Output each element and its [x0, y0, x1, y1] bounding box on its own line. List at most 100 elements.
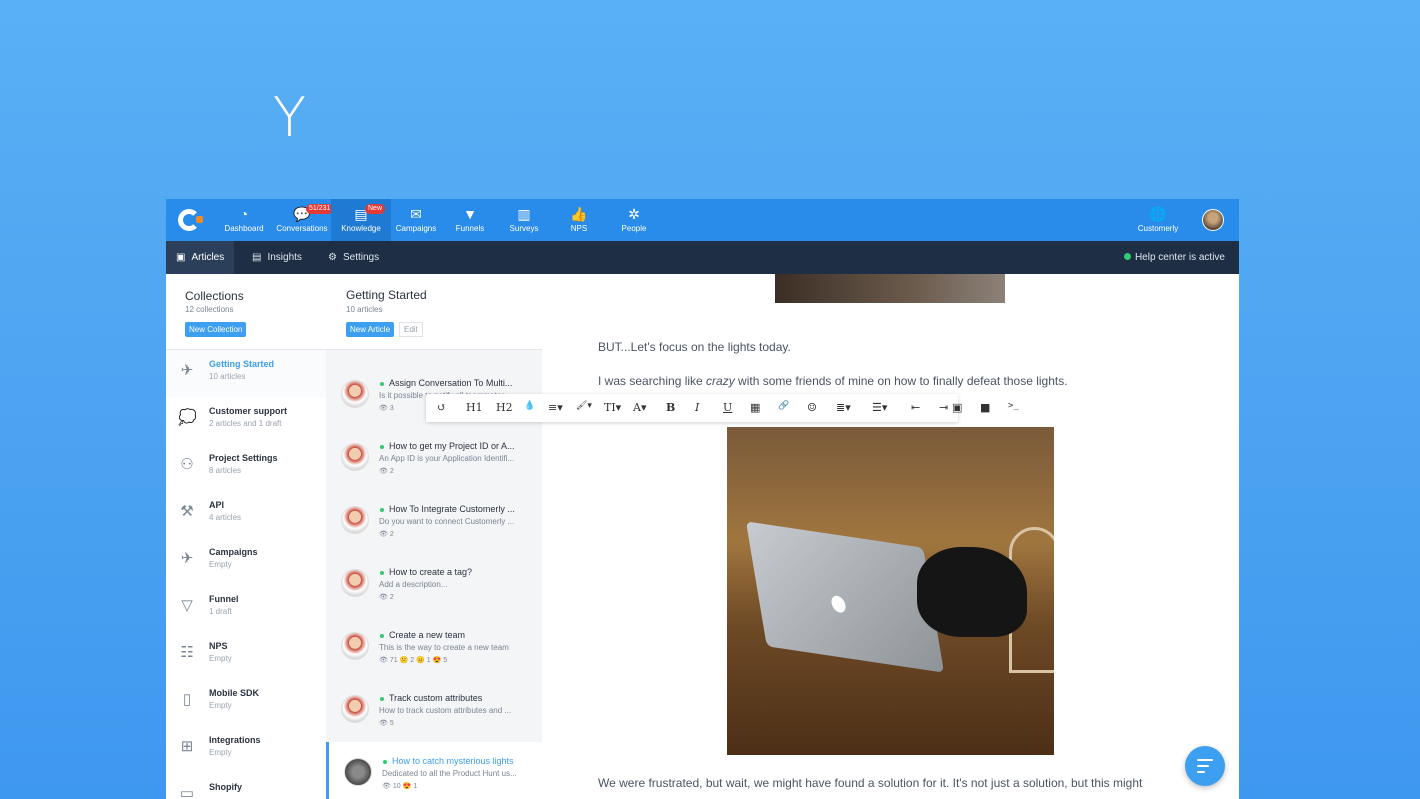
nav-surveys[interactable]: ▥ Surveys	[494, 206, 554, 233]
list-item[interactable]: How to create a tag? Add a description..…	[326, 553, 542, 615]
nav-nps[interactable]: 👍 NPS	[549, 206, 609, 233]
italic-button[interactable]: I	[695, 401, 699, 414]
video-button[interactable]: ■	[980, 401, 990, 414]
collection-item-customer-support[interactable]: 💭 Customer support 2 articles and 1 draf…	[166, 397, 326, 444]
team-icon: ⚇	[180, 456, 194, 473]
article-title-text: Track custom attributes	[389, 693, 483, 703]
article-editor[interactable]: BUT...Let's focus on the lights today. I…	[542, 274, 1239, 799]
nav-funnels[interactable]: ▼ Funnels	[440, 206, 500, 233]
collection-name: Project Settings	[209, 453, 278, 463]
format-toolbar: ↺ H1 H2 💧 ≡▾ 🖌▾ TI▾ A▾ B I U ▦ 🔗 ☺ ≣▾ ☰▾…	[426, 394, 958, 422]
shop-icon: ▭	[179, 785, 195, 799]
paragraph-2[interactable]: I was searching like crazy with some fri…	[598, 374, 1068, 388]
text-size-button[interactable]: TI▾	[604, 401, 621, 414]
article-title: Track custom attributes	[380, 693, 532, 703]
outdent-button[interactable]: ⇤	[911, 401, 920, 414]
article-title-text: Assign Conversation To Multi...	[389, 378, 513, 388]
article-stats: 👁 2	[379, 594, 394, 601]
tab-settings-label: Settings	[342, 252, 380, 263]
collection-item-mobile-sdk[interactable]: ▯ Mobile SDK Empty	[166, 679, 326, 726]
nav-knowledge[interactable]: ▤ New Knowledge	[331, 199, 391, 241]
articles-header: Getting Started 10 articles New Article …	[326, 274, 542, 350]
chat-launcher-button[interactable]	[1185, 746, 1225, 786]
user-avatar[interactable]	[1202, 209, 1224, 231]
article-title-text: Create a new team	[389, 630, 466, 640]
tab-articles[interactable]: ▣ Articles	[166, 241, 235, 274]
nav-dashboard[interactable]: ◔ Dashboard	[214, 206, 274, 233]
ordered-list-button[interactable]: ≣▾	[836, 401, 851, 414]
article-title: How To Integrate Customerly ...	[380, 504, 532, 514]
image-button[interactable]: ▣	[952, 401, 962, 414]
insights-icon: ▤	[252, 252, 262, 263]
nav-campaigns-label: Campaigns	[395, 224, 437, 233]
font-button[interactable]: A▾	[633, 401, 646, 414]
unordered-list-button[interactable]: ☰▾	[872, 401, 887, 414]
align-button[interactable]: ≡▾	[548, 401, 563, 414]
workspace-switcher[interactable]: 🌐 Customerly	[1128, 206, 1188, 233]
collection-item-shopify[interactable]: ▭ Shopify	[166, 773, 326, 799]
people-network-icon: ✲	[628, 206, 640, 222]
gauge-icon: ◔	[239, 206, 249, 222]
funnel-icon: ▽	[181, 597, 193, 614]
nav-funnels-label: Funnels	[455, 224, 485, 233]
new-article-button[interactable]: New Article	[346, 322, 395, 337]
color-drop-button[interactable]: 💧	[524, 401, 535, 411]
collection-item-integrations[interactable]: ⊞ Integrations Empty	[166, 726, 326, 773]
tab-insights[interactable]: ▤ Insights	[242, 241, 312, 274]
collections-header: Collections 12 collections New Collectio…	[166, 274, 326, 350]
paragraph-1[interactable]: BUT...Let's focus on the lights today.	[598, 340, 791, 354]
published-dot	[380, 570, 384, 575]
bold-button[interactable]: B	[666, 401, 675, 414]
list-item[interactable]: How To Integrate Customerly ... Do you w…	[326, 490, 542, 552]
laptop-shape	[745, 521, 945, 673]
articles-count: 10 articles	[346, 305, 383, 314]
collection-item-getting-started[interactable]: ✈ Getting Started 10 articles	[166, 350, 326, 397]
list-item-active[interactable]: How to catch mysterious lights Dedicated…	[326, 742, 545, 799]
paragraph-3[interactable]: We were frustrated, but wait, we might h…	[598, 776, 1142, 790]
author-avatar	[341, 632, 369, 660]
undo-button[interactable]: ↺	[437, 401, 446, 414]
nav-people[interactable]: ✲ People	[604, 206, 664, 233]
new-collection-button[interactable]: New Collection	[185, 322, 247, 337]
nav-campaigns[interactable]: ✉ Campaigns	[386, 206, 446, 233]
article-title-text: How To Integrate Customerly ...	[389, 504, 515, 514]
collection-sub: Empty	[209, 654, 232, 663]
emoji-button[interactable]: ☺	[807, 401, 817, 414]
edit-button[interactable]: Edit	[399, 322, 423, 337]
collection-name: Campaigns	[209, 547, 258, 557]
collection-item-api[interactable]: ⚒ API 4 articles	[166, 491, 326, 538]
cat-shape	[917, 547, 1027, 637]
article-title-text: How to catch mysterious lights	[392, 756, 514, 766]
table-button[interactable]: ▦	[750, 401, 760, 414]
collection-sub: 8 articles	[209, 466, 242, 475]
article-stats: 👁 5	[379, 720, 394, 727]
list-item[interactable]: How to get my Project ID or A... An App …	[326, 427, 542, 489]
indent-button[interactable]: ⇥	[939, 401, 948, 414]
heading1-button[interactable]: H1	[466, 401, 483, 414]
article-stats: 👁 3	[379, 405, 394, 412]
list-item[interactable]: Create a new team This is the way to cre…	[326, 616, 542, 678]
collection-item-funnel[interactable]: ▽ Funnel 1 draft	[166, 585, 326, 632]
nav-people-label: People	[621, 224, 647, 233]
collection-sub: Empty	[209, 560, 232, 569]
underline-button[interactable]: U	[723, 401, 732, 414]
conversations-badge: 51/231	[306, 204, 334, 214]
article-stats: 👁 2	[379, 531, 394, 538]
workspace-label: Customerly	[1137, 224, 1179, 233]
list-item[interactable]: Track custom attributes How to track cus…	[326, 679, 542, 741]
code-button[interactable]: >_	[1008, 401, 1019, 411]
brush-button[interactable]: 🖌▾	[576, 401, 592, 411]
author-avatar	[341, 695, 369, 723]
collection-item-campaigns[interactable]: ✈ Campaigns Empty	[166, 538, 326, 585]
collections-count: 12 collections	[185, 305, 234, 314]
collection-item-project-settings[interactable]: ⚇ Project Settings 8 articles	[166, 444, 326, 491]
collection-item-nps[interactable]: ☷ NPS Empty	[166, 632, 326, 679]
nav-conversations[interactable]: 💬 51/231 Conversations	[272, 204, 334, 233]
tab-settings[interactable]: ⚙ Settings	[318, 241, 389, 274]
author-avatar	[341, 443, 369, 471]
collection-name: Shopify	[209, 782, 242, 792]
heading2-button[interactable]: H2	[496, 401, 513, 414]
help-center-status-text: Help center is active	[1134, 252, 1225, 263]
collection-sub: 4 articles	[209, 513, 242, 522]
link-button[interactable]: 🔗	[778, 401, 789, 411]
